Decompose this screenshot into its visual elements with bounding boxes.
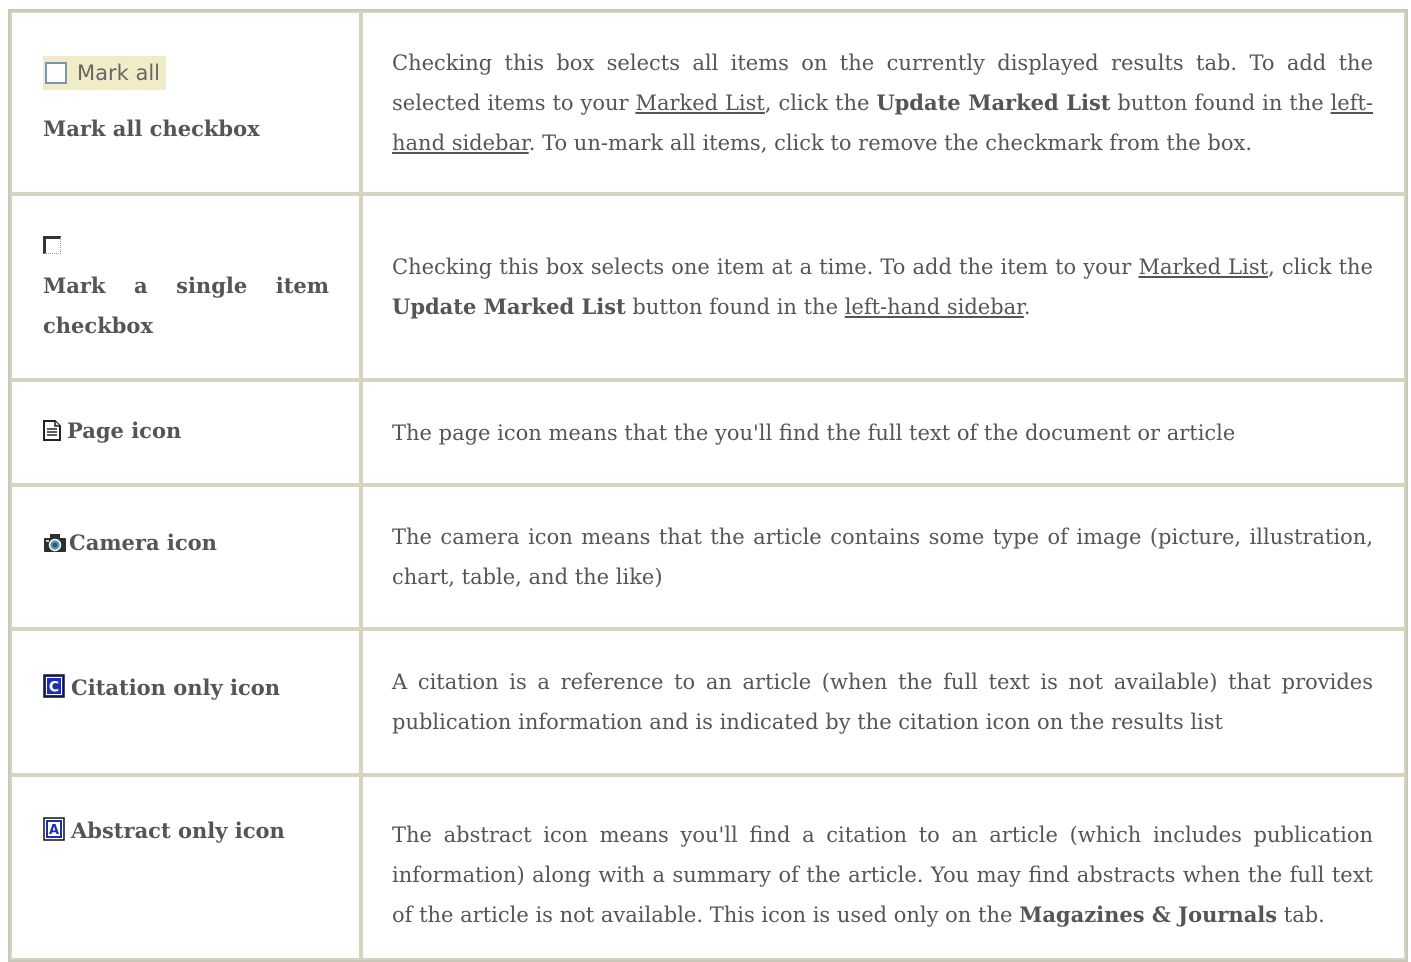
table-row: Page icon The page icon means that the y… — [10, 380, 1406, 485]
update-marked-list-text: Update Marked List — [392, 294, 626, 319]
citation-icon: C — [43, 671, 65, 711]
description-cell: The camera icon means that the article c… — [361, 485, 1406, 629]
term-cell: Mark a single item checkbox — [10, 194, 361, 380]
description-cell: The page icon means that the you'll find… — [361, 380, 1406, 485]
update-marked-list-text: Update Marked List — [876, 89, 1111, 115]
term-label: Mark all checkbox — [43, 116, 260, 141]
term-label: Page icon — [67, 418, 182, 443]
svg-text:C: C — [49, 679, 59, 695]
camera-icon — [43, 526, 67, 566]
table-row: A Abstract only icon The abstract icon m… — [10, 775, 1406, 960]
desc-text: A citation is a reference to an article … — [392, 670, 1373, 734]
table-row: Mark all Mark all checkbox Checking this… — [10, 11, 1406, 194]
abstract-icon: A — [43, 814, 65, 854]
desc-text: , click the — [764, 90, 877, 115]
svg-text:A: A — [49, 823, 59, 838]
marked-list-link[interactable]: Marked List — [1138, 255, 1268, 279]
desc-text: button found in the — [1110, 90, 1331, 115]
help-table: Mark all Mark all checkbox Checking this… — [8, 9, 1408, 962]
desc-text: tab. — [1277, 903, 1325, 927]
table-row: Camera icon The camera icon means that t… — [10, 485, 1406, 629]
page-icon — [43, 414, 61, 454]
marked-list-link[interactable]: Marked List — [635, 91, 764, 115]
desc-text: . — [1023, 295, 1031, 319]
description-cell: A citation is a reference to an article … — [361, 629, 1406, 775]
magazines-journals-text: Magazines & Journals — [1019, 902, 1278, 927]
desc-text: Checking this box selects one item at a … — [392, 255, 1139, 279]
desc-text: button found in the — [625, 295, 845, 319]
description-cell: The abstract icon means you'll find a ci… — [361, 775, 1406, 960]
term-cell: Mark all Mark all checkbox — [10, 11, 361, 194]
term-cell: Page icon — [10, 380, 361, 485]
term-label: Camera icon — [69, 529, 217, 555]
desc-text: , click the — [1268, 255, 1373, 279]
table-row: Mark a single item checkbox Checking thi… — [10, 194, 1406, 380]
mark-all-widget[interactable]: Mark all — [43, 56, 166, 90]
term-label: Abstract only icon — [71, 818, 285, 843]
term-label: Citation only icon — [71, 674, 281, 700]
left-hand-sidebar-link[interactable]: left-hand sidebar — [845, 295, 1024, 319]
term-cell: A Abstract only icon — [10, 775, 361, 960]
desc-text: . To un-mark all items, click to remove … — [528, 130, 1253, 155]
mark-all-label: Mark all — [77, 61, 160, 85]
checkbox-icon[interactable] — [43, 235, 61, 254]
checkbox-icon[interactable] — [45, 62, 67, 84]
term-cell: Camera icon — [10, 485, 361, 629]
desc-text: The camera icon means that the article c… — [392, 525, 1373, 589]
term-label: Mark a single item checkbox — [43, 273, 329, 338]
description-cell: Checking this box selects one item at a … — [361, 194, 1406, 380]
term-cell: C Citation only icon — [10, 629, 361, 775]
table-row: C Citation only icon A citation is a ref… — [10, 629, 1406, 775]
desc-text: The page icon means that the you'll find… — [392, 420, 1236, 445]
description-cell: Checking this box selects all items on t… — [361, 11, 1406, 194]
